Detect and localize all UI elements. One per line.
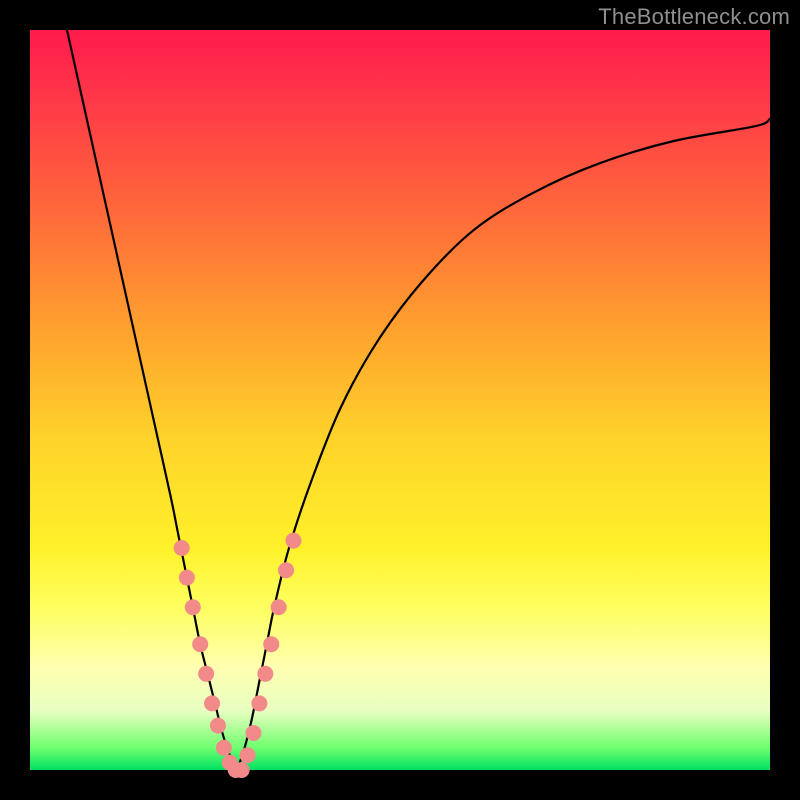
data-marker xyxy=(216,740,232,756)
chart-svg xyxy=(30,30,770,770)
data-marker xyxy=(278,562,294,578)
chart-frame: TheBottleneck.com xyxy=(0,0,800,800)
data-marker xyxy=(174,540,190,556)
data-marker xyxy=(263,636,279,652)
data-marker xyxy=(179,570,195,586)
data-marker xyxy=(210,718,226,734)
data-marker xyxy=(192,636,208,652)
curve-group xyxy=(67,30,770,770)
data-marker xyxy=(204,695,220,711)
data-marker xyxy=(245,725,261,741)
data-marker xyxy=(251,695,267,711)
data-marker xyxy=(285,533,301,549)
data-marker xyxy=(271,599,287,615)
right-curve xyxy=(237,119,770,770)
plot-area xyxy=(30,30,770,770)
data-marker xyxy=(257,666,273,682)
marker-group xyxy=(174,533,302,778)
data-marker xyxy=(185,599,201,615)
data-marker xyxy=(234,762,250,778)
data-marker xyxy=(240,747,256,763)
left-curve xyxy=(67,30,237,770)
data-marker xyxy=(198,666,214,682)
watermark-text: TheBottleneck.com xyxy=(598,4,790,30)
